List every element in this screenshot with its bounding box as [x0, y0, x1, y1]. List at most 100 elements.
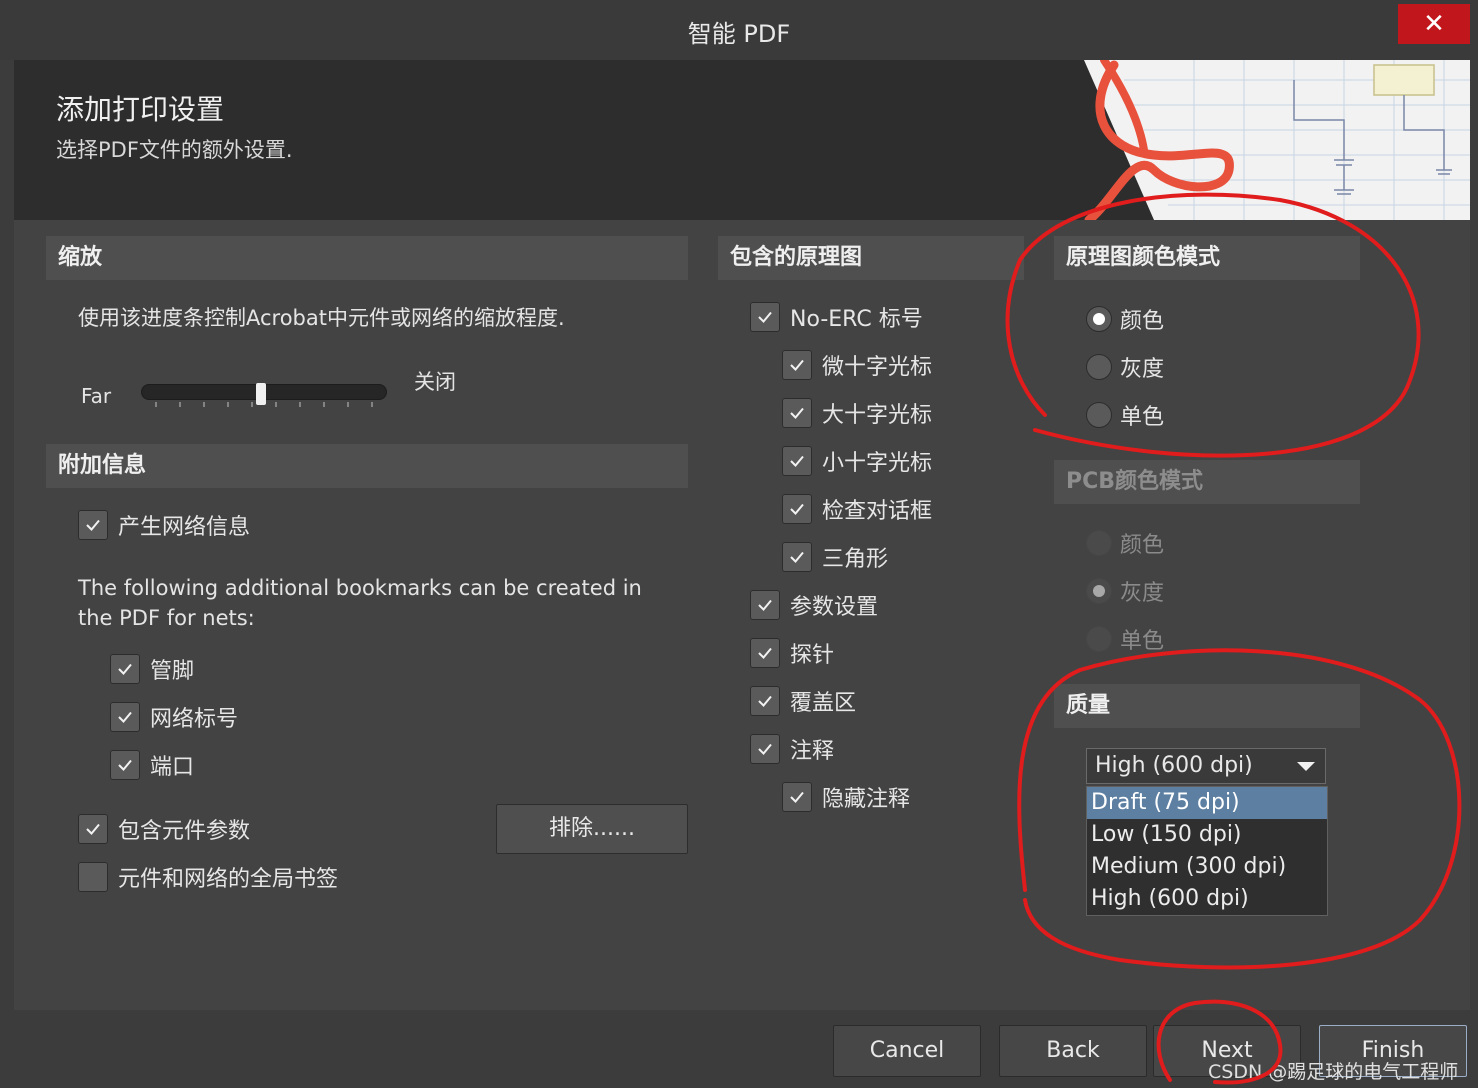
radio-circle — [1086, 354, 1112, 380]
quality-select[interactable]: High (600 dpi) — [1086, 748, 1326, 784]
schematic-item-checkbox[interactable]: 覆盖区 — [750, 685, 856, 717]
checkbox-label: 端口 — [150, 755, 195, 780]
zoom-min-label: Far — [81, 384, 112, 408]
check-icon — [118, 711, 132, 723]
quality-option[interactable]: High (600 dpi) — [1087, 883, 1327, 915]
bookmarks-description: The following additional bookmarks can b… — [78, 576, 642, 630]
check-icon — [758, 647, 772, 659]
checkbox-label: 网络标号 — [150, 707, 239, 732]
check-icon — [758, 311, 772, 323]
check-icon — [118, 663, 132, 675]
checkbox-box — [782, 542, 812, 572]
sch-color-mode-title: 原理图颜色模式 — [1054, 236, 1360, 280]
global-bookmarks-checkbox[interactable]: 元件和网络的全局书签 — [78, 861, 338, 893]
pcb-color-radio: 颜色 — [1086, 527, 1164, 559]
schematic-item-checkbox[interactable]: 注释 — [750, 733, 834, 765]
radio-circle — [1086, 402, 1112, 428]
bookmark-ports-checkbox[interactable]: 端口 — [110, 749, 194, 781]
radio-dot — [1093, 313, 1105, 325]
radio-circle — [1086, 626, 1112, 652]
checkbox-label: 注释 — [790, 739, 835, 764]
zoom-slider-thumb[interactable] — [256, 383, 266, 405]
radio-dot — [1093, 585, 1105, 597]
checkbox-label: 包含元件参数 — [118, 819, 251, 844]
radio-label: 颜色 — [1120, 533, 1165, 558]
checkbox-box — [750, 590, 780, 620]
schematic-item-checkbox[interactable]: 检查对话框 — [782, 493, 932, 525]
exclude-button[interactable]: 排除...... — [496, 804, 688, 854]
checkbox-box — [110, 702, 140, 732]
quality-option[interactable]: Medium (300 dpi) — [1087, 851, 1327, 883]
radio-label: 单色 — [1120, 405, 1165, 430]
quality-dropdown-list: Draft (75 dpi) Low (150 dpi) Medium (300… — [1086, 786, 1328, 916]
zoom-description: 使用该进度条控制Acrobat中元件或网络的缩放程度. — [78, 306, 565, 330]
quality-selected-value: High (600 dpi) — [1095, 753, 1253, 778]
schematic-item-checkbox[interactable]: 小十字光标 — [782, 445, 932, 477]
check-icon — [86, 519, 100, 531]
page-title: 添加打印设置 — [56, 93, 225, 126]
include-params-checkbox[interactable]: 包含元件参数 — [78, 813, 250, 845]
wizard-footer: Cancel Back Next Finish CSDN @踢足球的电气工程师 — [0, 1010, 1478, 1088]
checkbox-label: 微十字光标 — [822, 355, 933, 380]
schematic-item-checkbox[interactable]: 隐藏注释 — [782, 781, 910, 813]
checkbox-box — [78, 510, 108, 540]
checkbox-box — [750, 638, 780, 668]
settings-content: 缩放 使用该进度条控制Acrobat中元件或网络的缩放程度. Far 关闭 附加… — [14, 220, 1470, 1010]
wizard-header: 添加打印设置 选择PDF文件的额外设置. — [14, 60, 1470, 220]
pcb-grayscale-radio: 灰度 — [1086, 575, 1164, 607]
check-icon — [790, 359, 804, 371]
check-icon — [86, 823, 100, 835]
checkbox-box — [782, 398, 812, 428]
checkbox-label: 检查对话框 — [822, 499, 933, 524]
schematic-item-checkbox[interactable]: 微十字光标 — [782, 349, 932, 381]
radio-label: 灰度 — [1120, 357, 1165, 382]
checkbox-label: 元件和网络的全局书签 — [118, 867, 339, 892]
checkbox-label: 探针 — [790, 643, 835, 668]
checkbox-label: 覆盖区 — [790, 691, 857, 716]
radio-label: 单色 — [1120, 629, 1165, 654]
window-title: 智能 PDF — [687, 20, 791, 48]
sch-grayscale-radio[interactable]: 灰度 — [1086, 351, 1164, 383]
page-subtitle: 选择PDF文件的额外设置. — [56, 138, 293, 162]
chevron-down-icon[interactable] — [1297, 762, 1315, 771]
checkbox-label: 小十字光标 — [822, 451, 933, 476]
pcb-color-mode-title: PCB颜色模式 — [1054, 460, 1360, 504]
radio-circle — [1086, 578, 1112, 604]
checkbox-box — [78, 814, 108, 844]
check-icon — [118, 759, 132, 771]
quality-option[interactable]: Draft (75 dpi) — [1087, 787, 1327, 819]
quality-option[interactable]: Low (150 dpi) — [1087, 819, 1327, 851]
back-button[interactable]: Back — [999, 1025, 1147, 1077]
zoom-max-label: 关闭 — [414, 370, 456, 394]
check-icon — [758, 599, 772, 611]
schematic-item-checkbox[interactable]: 探针 — [750, 637, 834, 669]
checkbox-label: 产生网络信息 — [118, 515, 251, 540]
checkbox-box — [782, 350, 812, 380]
sch-monochrome-radio[interactable]: 单色 — [1086, 399, 1164, 431]
checkbox-label: 隐藏注释 — [822, 787, 911, 812]
schematic-item-checkbox[interactable]: No-ERC 标号 — [750, 301, 923, 333]
checkbox-label: 大十字光标 — [822, 403, 933, 428]
schematics-section-title: 包含的原理图 — [718, 236, 1024, 280]
sch-color-radio[interactable]: 颜色 — [1086, 303, 1164, 335]
check-icon — [790, 455, 804, 467]
schematic-item-checkbox[interactable]: 大十字光标 — [782, 397, 932, 429]
checkbox-label: 三角形 — [822, 547, 889, 572]
radio-circle — [1086, 530, 1112, 556]
schematic-item-checkbox[interactable]: 参数设置 — [750, 589, 878, 621]
check-icon — [758, 743, 772, 755]
bookmark-pins-checkbox[interactable]: 管脚 — [110, 653, 194, 685]
checkbox-box — [782, 446, 812, 476]
checkbox-box — [110, 654, 140, 684]
generate-net-info-checkbox[interactable]: 产生网络信息 — [78, 509, 250, 541]
check-icon — [790, 551, 804, 563]
close-button[interactable]: ✕ — [1398, 4, 1470, 44]
checkbox-box — [110, 750, 140, 780]
checkbox-box — [782, 494, 812, 524]
cancel-button[interactable]: Cancel — [833, 1025, 981, 1077]
schematic-item-checkbox[interactable]: 三角形 — [782, 541, 888, 573]
pcb-monochrome-radio: 单色 — [1086, 623, 1164, 655]
checkbox-label: 管脚 — [150, 659, 195, 684]
bookmark-net-labels-checkbox[interactable]: 网络标号 — [110, 701, 238, 733]
checkbox-box — [750, 686, 780, 716]
